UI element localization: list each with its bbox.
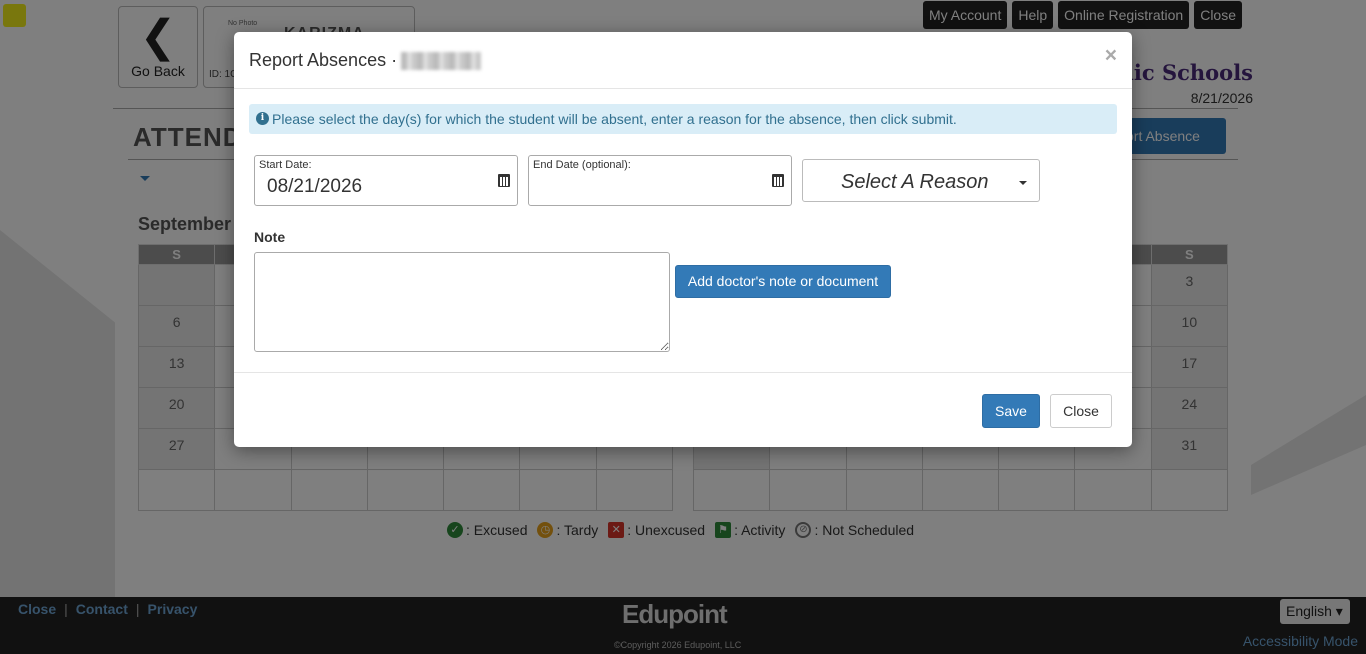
start-date-value: 08/21/2026 (267, 176, 363, 197)
note-label: Note (254, 229, 286, 245)
start-date-label: Start Date: (259, 159, 312, 171)
end-date-field[interactable]: End Date (optional): (528, 155, 792, 206)
add-document-button[interactable]: Add doctor's note or document (675, 265, 891, 298)
modal-title: Report Absences · (249, 50, 482, 71)
modal-header: Report Absences · × (234, 32, 1132, 89)
info-icon: i (256, 112, 269, 125)
save-button[interactable]: Save (982, 394, 1040, 428)
calendar-icon[interactable] (772, 174, 784, 187)
reason-placeholder: Select A Reason (841, 171, 989, 193)
close-icon[interactable]: × (1105, 45, 1117, 66)
report-absences-modal: Report Absences · × i Please select the … (234, 32, 1132, 447)
info-text: Please select the day(s) for which the s… (272, 111, 957, 127)
close-button[interactable]: Close (1050, 394, 1112, 428)
note-textarea[interactable] (254, 252, 670, 352)
modal-title-text: Report Absences · (249, 50, 398, 70)
calendar-icon[interactable] (498, 174, 510, 187)
chevron-down-icon (1019, 181, 1027, 185)
start-date-field[interactable]: Start Date: 08/21/2026 (254, 155, 518, 206)
reason-select[interactable]: Select A Reason (802, 159, 1040, 202)
end-date-label: End Date (optional): (533, 159, 631, 171)
modal-footer: Save Close (234, 372, 1132, 447)
info-alert: i Please select the day(s) for which the… (249, 104, 1117, 134)
redacted-student-name (401, 52, 482, 71)
